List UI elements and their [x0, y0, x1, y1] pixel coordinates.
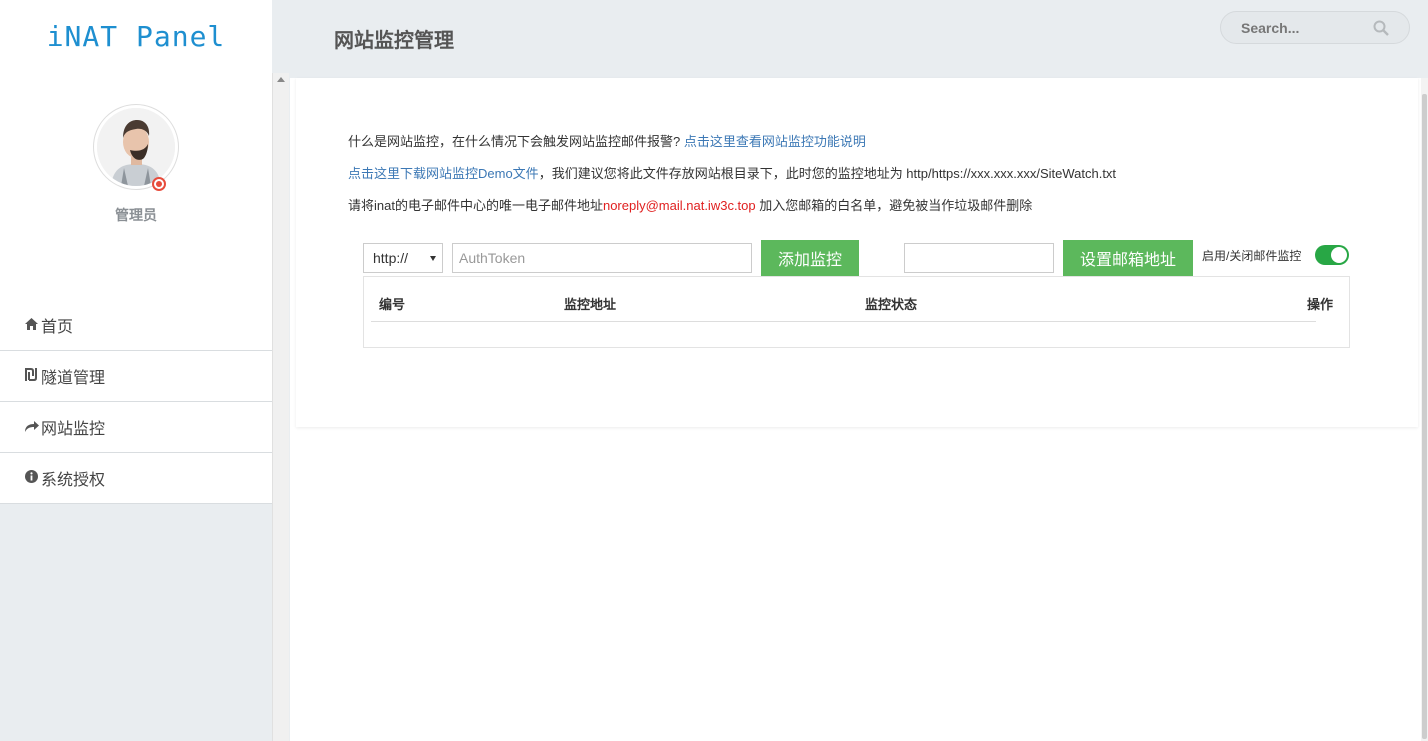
monitor-table: 编号 监控地址 监控状态 操作	[363, 276, 1350, 348]
search-box[interactable]	[1220, 11, 1410, 44]
auth-token-input[interactable]	[452, 243, 752, 273]
column-header-actions: 操作	[1307, 297, 1334, 312]
sidebar-item-site-monitor[interactable]: 网站监控	[0, 402, 272, 453]
avatar-image	[97, 108, 175, 186]
share-icon	[24, 419, 39, 435]
monitor-card: 什么是网站监控，在什么情况下会触发网站监控邮件报警? 点击这里查看网站监控功能说…	[296, 78, 1418, 427]
sidebar-nav: 首页 隧道管理 网站监控 系统授权	[0, 300, 272, 504]
info-line-demo: 点击这里下载网站监控Demo文件，我们建议您将此文件存放网站根目录下，此时您的监…	[348, 163, 1116, 182]
sidebar: iNAT Panel 管理员 首页 隧道管理 网站监控 系统授权	[0, 0, 272, 741]
home-icon	[24, 317, 38, 333]
email-toggle-label: 启用/关闭邮件监控	[1202, 249, 1302, 263]
scrollbar-thumb[interactable]	[1422, 94, 1427, 739]
demo-download-link[interactable]: 点击这里下载网站监控Demo文件	[348, 166, 539, 181]
sidebar-scrollbar[interactable]	[272, 73, 289, 741]
user-panel: 管理员	[0, 73, 272, 300]
info-text: 加入您邮箱的白名单，避免被当作垃圾邮件删除	[755, 198, 1033, 213]
status-indicator-icon	[152, 177, 166, 191]
scroll-up-icon[interactable]	[277, 77, 285, 82]
page-scrollbar[interactable]	[1421, 78, 1428, 741]
column-header-url: 监控地址	[564, 297, 617, 312]
set-email-button[interactable]: 设置邮箱地址	[1063, 240, 1193, 276]
brand-logo[interactable]: iNAT Panel	[0, 0, 272, 73]
info-icon	[24, 470, 38, 486]
sidebar-item-label: 首页	[41, 319, 74, 336]
info-line-whitelist: 请将inat的电子邮件中心的唯一电子邮件地址noreply@mail.nat.i…	[348, 195, 1032, 214]
protocol-selected-value: http://	[373, 250, 409, 266]
sidebar-item-label: 系统授权	[41, 472, 106, 489]
sidebar-item-label: 隧道管理	[41, 370, 106, 387]
tunnel-icon	[24, 368, 38, 384]
search-icon[interactable]	[1373, 20, 1389, 36]
toggle-knob	[1331, 247, 1347, 263]
sidebar-item-license[interactable]: 系统授权	[0, 453, 272, 504]
search-input[interactable]	[1241, 19, 1371, 36]
help-link[interactable]: 点击这里查看网站监控功能说明	[684, 134, 866, 149]
email-alert-toggle[interactable]	[1315, 245, 1349, 265]
top-header: 网站监控管理	[290, 0, 1428, 78]
info-text: 什么是网站监控，在什么情况下会触发网站监控邮件报警?	[348, 134, 684, 149]
page-title: 网站监控管理	[334, 30, 454, 52]
sidebar-item-home[interactable]: 首页	[0, 300, 272, 351]
info-text: ，我们建议您将此文件存放网站根目录下，此时您的监控地址为 http/https:…	[538, 166, 1117, 181]
sidebar-item-label: 网站监控	[41, 421, 106, 438]
sidebar-item-tunnels[interactable]: 隧道管理	[0, 351, 272, 402]
info-text: 请将inat的电子邮件中心的唯一电子邮件地址	[348, 198, 603, 213]
info-line-what: 什么是网站监控，在什么情况下会触发网站监控邮件报警? 点击这里查看网站监控功能说…	[348, 131, 866, 150]
header-divider	[371, 321, 1316, 322]
add-monitor-button[interactable]: 添加监控	[761, 240, 859, 276]
noreply-email: noreply@mail.nat.iw3c.top	[602, 198, 756, 213]
chevron-down-icon	[430, 256, 436, 261]
avatar[interactable]	[93, 104, 179, 190]
user-role: 管理员	[115, 207, 157, 223]
protocol-select[interactable]: http://	[363, 243, 443, 273]
column-header-id: 编号	[379, 297, 406, 312]
column-header-status: 监控状态	[865, 297, 918, 312]
email-field[interactable]	[904, 243, 1054, 273]
